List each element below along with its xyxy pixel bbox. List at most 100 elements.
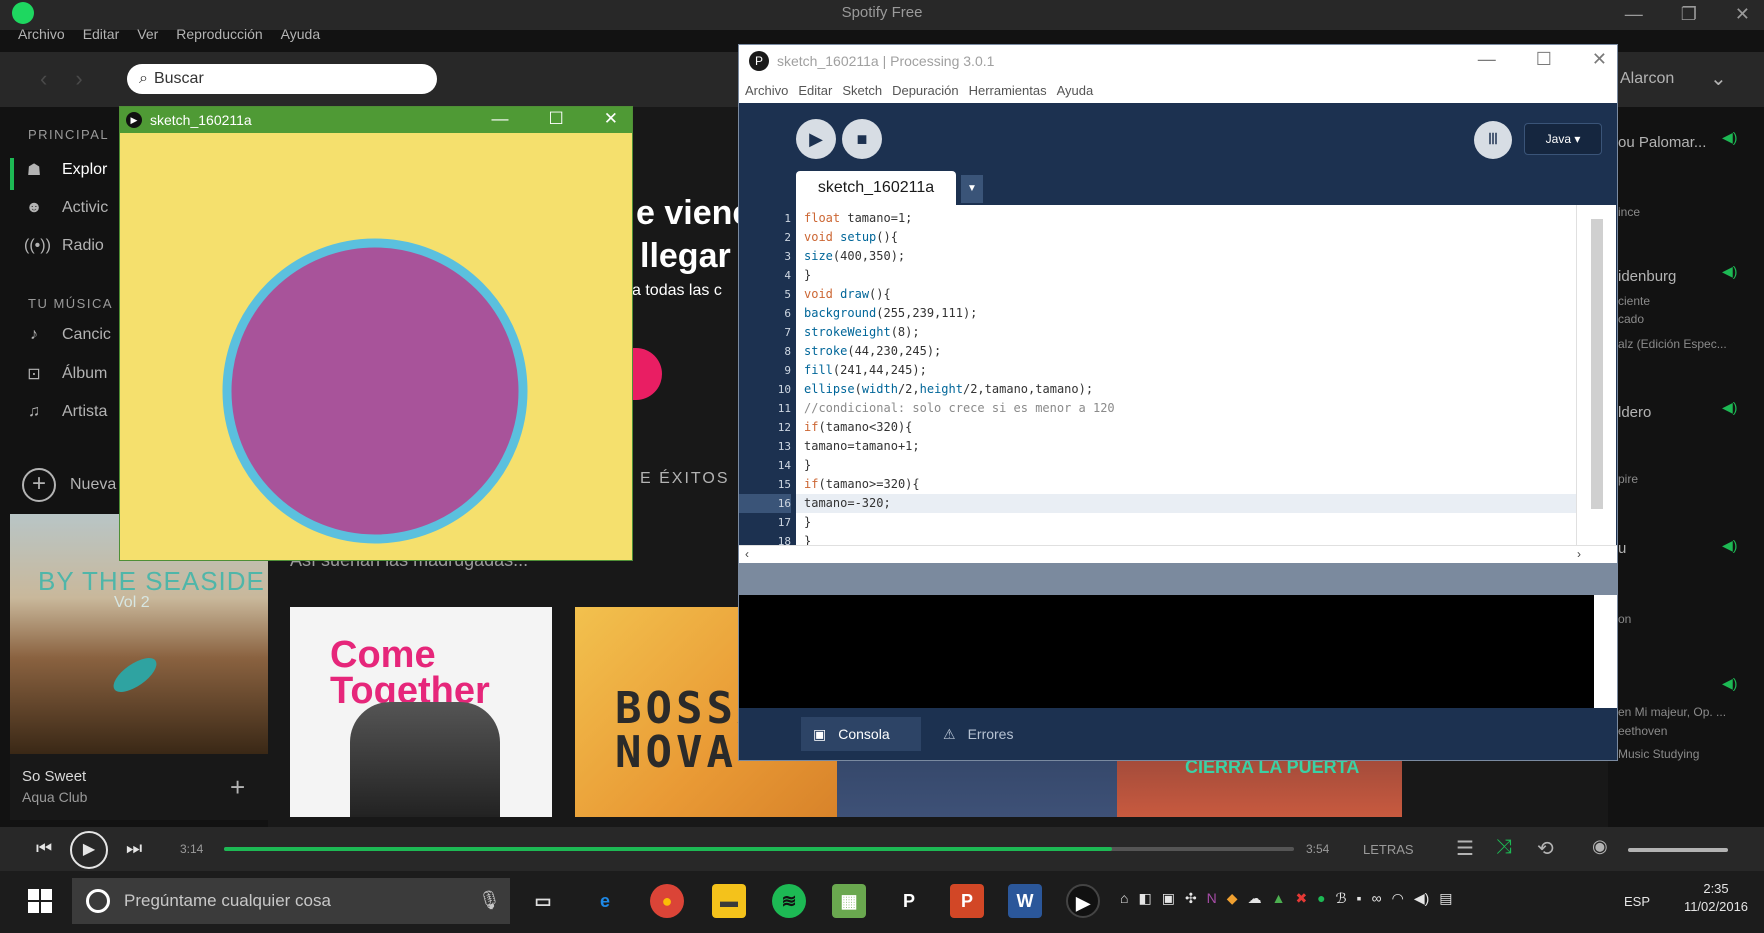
sidebar-item-explore[interactable]: ☗ Explor [24, 160, 108, 180]
queue-icon[interactable]: ☰ [1456, 836, 1474, 861]
menu-archivo[interactable]: Archivo [18, 26, 65, 42]
volume-icon[interactable]: ◀) [1414, 890, 1429, 907]
menu-ayuda[interactable]: Ayuda [281, 26, 320, 42]
lyrics-button[interactable]: LETRAS [1363, 842, 1414, 857]
forward-arrow-icon[interactable]: › [75, 66, 82, 92]
menu-ver[interactable]: Ver [137, 26, 158, 42]
code-line[interactable]: if(tamano>=320){ [796, 475, 1576, 494]
spotify-tray-icon[interactable]: ● [1317, 890, 1325, 907]
maximize-icon[interactable]: ☐ [549, 109, 564, 129]
track-artist[interactable]: Aqua Club [22, 789, 87, 805]
code-line[interactable]: ellipse(width/2,height/2,tamano,tamano); [796, 380, 1576, 399]
minimize-icon[interactable]: — [492, 109, 509, 129]
menu-ayuda[interactable]: Ayuda [1057, 83, 1094, 98]
code-editor[interactable]: float tamano=1; void setup(){size(400,350… [796, 205, 1576, 545]
mode-selector[interactable]: Java ▾ [1524, 123, 1602, 155]
friend-feed-item[interactable]: u [1618, 540, 1626, 557]
close-icon[interactable]: ✕ [1592, 49, 1607, 70]
friend-feed-item[interactable]: ince [1618, 205, 1640, 219]
friend-feed-item[interactable]: idenburg [1618, 268, 1676, 285]
code-line[interactable]: } [796, 266, 1576, 285]
code-line[interactable]: void draw(){ [796, 285, 1576, 304]
input-language[interactable]: ESP [1624, 894, 1650, 909]
minimize-icon[interactable]: — [1625, 4, 1643, 25]
maximize-icon[interactable]: ☐ [1536, 49, 1552, 70]
wifi-icon[interactable]: ◠ [1392, 890, 1404, 907]
spotify-taskbar-icon[interactable]: ≋ [772, 884, 806, 918]
user-name[interactable]: Alarcon [1620, 70, 1674, 88]
sidebar-item-albums[interactable]: ⊡ Álbum [24, 364, 107, 384]
friend-feed-item[interactable]: alz (Edición Espec... [1618, 337, 1727, 351]
task-view-icon[interactable]: ▭ [526, 884, 560, 918]
scroll-thumb[interactable] [1591, 219, 1603, 509]
playlist-card-come-together[interactable]: Come Together [290, 607, 552, 817]
minimize-icon[interactable]: — [1478, 49, 1496, 70]
tray-app-icon[interactable]: ∞ [1372, 890, 1382, 907]
tray-app-icon[interactable]: ℬ [1336, 890, 1347, 907]
code-line[interactable]: if(tamano<320){ [796, 418, 1576, 437]
menu-editar[interactable]: Editar [798, 83, 832, 98]
friend-feed-item[interactable]: en Mi majeur, Op. ... [1618, 705, 1726, 719]
tray-app-icon[interactable]: ⌂ [1120, 890, 1128, 907]
shuffle-icon[interactable]: ⤨ [1496, 836, 1512, 859]
onenote-icon[interactable]: N [1207, 890, 1217, 907]
play-button[interactable]: ▶ [70, 831, 108, 869]
sidebar-item-radio[interactable]: ((•)) Radio [24, 237, 104, 255]
code-line[interactable]: void setup(){ [796, 228, 1576, 247]
microphone-icon[interactable]: 🎙 [478, 890, 501, 911]
friend-feed-item[interactable]: on [1618, 612, 1631, 626]
google-drive-icon[interactable]: ▲ [1272, 890, 1286, 907]
photos-app-icon[interactable]: ▦ [832, 884, 866, 918]
console-scrollbar[interactable] [1594, 595, 1617, 708]
edge-browser-icon[interactable]: e [588, 884, 622, 918]
stop-button[interactable]: ■ [842, 119, 882, 159]
menu-reproduccion[interactable]: Reproducción [176, 26, 262, 42]
code-line[interactable]: fill(241,44,245); [796, 361, 1576, 380]
errors-tab[interactable]: ⚠ Errores [931, 717, 1041, 751]
new-playlist-button[interactable]: + Nueva [22, 468, 116, 502]
tray-app-icon[interactable]: ✣ [1185, 890, 1197, 907]
back-arrow-icon[interactable]: ‹ [40, 66, 47, 92]
tab-menu-arrow-icon[interactable]: ▼ [961, 175, 983, 203]
console-tab[interactable]: ▣ Consola [801, 717, 921, 751]
repeat-icon[interactable]: ⟲ [1537, 836, 1554, 861]
sidebar-item-activity[interactable]: ☻ Activic [24, 199, 109, 217]
tray-app-icon[interactable]: ◆ [1227, 890, 1238, 907]
close-icon[interactable]: ✕ [604, 109, 618, 129]
menu-herramientas[interactable]: Herramientas [969, 83, 1047, 98]
friend-feed-item[interactable]: eethoven [1618, 724, 1667, 738]
code-line[interactable]: } [796, 513, 1576, 532]
debug-icon[interactable]: ꔖ [1474, 121, 1512, 159]
clock[interactable]: 2:35 11/02/2016 [1676, 880, 1756, 916]
code-line[interactable]: } [796, 456, 1576, 475]
next-track-icon[interactable]: ⏭ [126, 838, 142, 859]
run-button[interactable]: ▶ [796, 119, 836, 159]
powerpoint-icon[interactable]: P [950, 884, 984, 918]
code-line[interactable]: background(255,239,111); [796, 304, 1576, 323]
search-input[interactable]: ⌕ Buscar [127, 64, 437, 94]
windows-start-icon[interactable] [28, 889, 52, 913]
add-to-library-icon[interactable]: + [230, 772, 245, 803]
menu-depuracion[interactable]: Depuración [892, 83, 959, 98]
friend-feed-item[interactable]: Music Studying [1618, 747, 1699, 761]
code-line[interactable]: tamano=tamano+1; [796, 437, 1576, 456]
sketch-tab[interactable]: sketch_160211a [796, 171, 956, 205]
file-explorer-icon[interactable]: ▬ [712, 884, 746, 918]
menu-sketch[interactable]: Sketch [842, 83, 882, 98]
friend-feed-item[interactable]: pire [1618, 472, 1638, 486]
code-line[interactable]: } [796, 532, 1576, 545]
processing-taskbar-icon[interactable]: P [892, 884, 926, 918]
tray-app-icon[interactable]: ◧ [1138, 890, 1151, 907]
menu-archivo[interactable]: Archivo [745, 83, 788, 98]
menu-editar[interactable]: Editar [83, 26, 120, 42]
notifications-icon[interactable]: ▤ [1439, 890, 1452, 907]
close-icon[interactable]: ✕ [1735, 4, 1750, 25]
word-icon[interactable]: W [1008, 884, 1042, 918]
console-output[interactable] [739, 595, 1594, 708]
maximize-icon[interactable]: ❐ [1681, 4, 1697, 25]
scroll-left-icon[interactable]: ‹ [745, 547, 749, 561]
code-line[interactable]: //condicional: solo crece si es menor a … [796, 399, 1576, 418]
volume-slider[interactable] [1628, 848, 1728, 852]
friend-feed-item[interactable]: ldero [1618, 404, 1651, 421]
chevron-down-icon[interactable]: ⌄ [1710, 66, 1727, 91]
